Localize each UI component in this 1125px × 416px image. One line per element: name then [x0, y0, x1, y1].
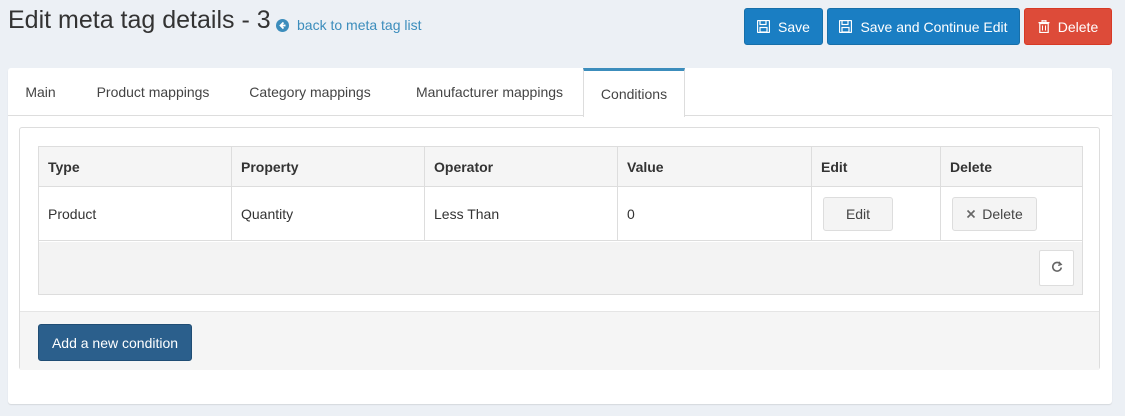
- back-link-label: back to meta tag list: [297, 17, 422, 33]
- floppy-disk-icon: [757, 20, 771, 33]
- save-continue-button-label: Save and Continue Edit: [860, 18, 1008, 35]
- trash-icon: [1038, 20, 1050, 33]
- delete-button-label: Delete: [1057, 18, 1099, 35]
- conditions-panel: Type Property Operator Value Edit Delete…: [19, 127, 1100, 370]
- conditions-grid: Type Property Operator Value Edit Delete…: [38, 146, 1083, 295]
- refresh-button[interactable]: [1039, 250, 1074, 286]
- edit-card: Main Product mappings Category mappings …: [8, 68, 1112, 404]
- tab-product-mappings[interactable]: Product mappings: [80, 68, 226, 116]
- row-delete-button[interactable]: Delete: [952, 196, 1037, 231]
- grid-header: Type Property Operator Value Edit Delete: [39, 147, 1082, 187]
- cell-type: Product: [39, 187, 232, 240]
- column-header-delete: Delete: [950, 158, 993, 175]
- refresh-icon: [1051, 260, 1063, 276]
- back-to-list-link[interactable]: back to meta tag list: [276, 17, 422, 33]
- cell-operator: Less Than: [425, 187, 618, 240]
- close-icon: [966, 206, 976, 222]
- column-header-value[interactable]: Value: [618, 147, 812, 186]
- table-row: Product Quantity Less Than 0 Edit Delete: [39, 187, 1082, 241]
- column-header-type[interactable]: Type: [39, 147, 232, 186]
- cell-value: 0: [618, 187, 812, 240]
- cell-edit: Edit: [812, 187, 941, 240]
- tab-conditions[interactable]: Conditions: [583, 68, 685, 117]
- row-delete-label: Delete: [982, 205, 1023, 222]
- column-header-property[interactable]: Property: [232, 147, 425, 186]
- column-header-edit: Edit: [812, 147, 941, 186]
- tab-category-mappings[interactable]: Category mappings: [233, 68, 387, 116]
- save-continue-button[interactable]: Save and Continue Edit: [827, 8, 1020, 45]
- cell-property: Quantity: [232, 187, 425, 240]
- row-edit-button[interactable]: Edit: [823, 196, 893, 231]
- floppy-disk-icon: [839, 20, 853, 33]
- grid-pager: [39, 242, 1082, 294]
- page-title: Edit meta tag details - 3: [8, 6, 271, 34]
- tab-bar: Main Product mappings Category mappings …: [8, 68, 1112, 117]
- save-button-label: Save: [778, 18, 810, 35]
- add-condition-button[interactable]: Add a new condition: [38, 324, 192, 361]
- arrow-circle-left-icon: [276, 18, 289, 32]
- tab-manufacturer-mappings[interactable]: Manufacturer mappings: [395, 68, 584, 116]
- panel-footer: Add a new condition: [20, 311, 1099, 370]
- delete-button[interactable]: Delete: [1024, 8, 1112, 45]
- save-button[interactable]: Save: [744, 8, 823, 45]
- tab-main[interactable]: Main: [8, 68, 73, 116]
- column-header-operator[interactable]: Operator: [425, 147, 618, 186]
- cell-delete: Delete: [941, 187, 1082, 240]
